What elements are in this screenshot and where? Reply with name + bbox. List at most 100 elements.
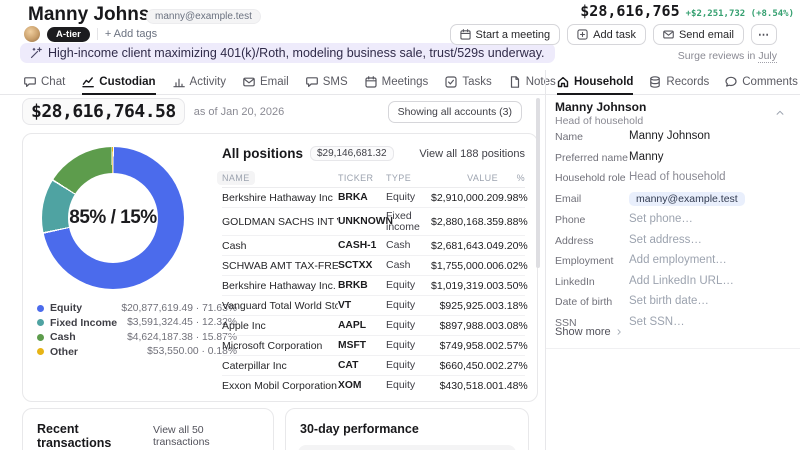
field-label: Preferred name: [555, 151, 629, 164]
position-name: Apple Inc: [222, 320, 338, 332]
position-value: $430,518.00: [431, 380, 498, 392]
column-header-value[interactable]: VALUE: [431, 173, 498, 183]
tab-household[interactable]: Household: [557, 70, 633, 95]
table-row[interactable]: GOLDMAN SACHS INT VAR 2… UNKNOWN Fixed i…: [222, 208, 525, 236]
start-meeting-button[interactable]: Start a meeting: [450, 24, 561, 45]
member-role: Head of household: [555, 115, 788, 127]
positions-header: All positions $29,146,681.32 View all 18…: [222, 146, 525, 161]
tab-meetings[interactable]: Meetings: [365, 70, 429, 95]
table-row[interactable]: Exxon Mobil Corporation XOM Equity $430,…: [222, 376, 525, 395]
envelope-icon: [663, 29, 674, 40]
position-type: Equity: [386, 320, 431, 331]
tab-email[interactable]: Email: [243, 70, 289, 95]
field-label: Date of birth: [555, 295, 629, 308]
field-value[interactable]: Add employment…: [629, 254, 727, 266]
table-row[interactable]: Apple Inc AAPL Equity $897,988.00 3.08%: [222, 316, 525, 336]
tab-chat[interactable]: Chat: [24, 70, 65, 95]
legend-item: Cash $4,624,187.38 · 15.87%: [37, 331, 237, 343]
tab-tasks[interactable]: Tasks: [445, 70, 491, 95]
position-ticker: XOM: [338, 380, 386, 391]
field-value[interactable]: Manny: [629, 151, 664, 163]
legend-dot-fixed-income: [37, 319, 44, 326]
field-label: Employment: [555, 254, 629, 267]
send-email-button[interactable]: Send email: [653, 24, 744, 45]
position-type: Cash: [386, 260, 431, 271]
calendar-icon: [460, 29, 471, 40]
tab-chat-label: Chat: [41, 76, 65, 88]
client-email-badge[interactable]: manny@example.test: [146, 9, 261, 24]
total-value: $28,616,765: [580, 2, 679, 20]
field-value[interactable]: Add LinkedIn URL…: [629, 275, 734, 287]
field-label: LinkedIn: [555, 275, 629, 288]
chevron-up-icon: [775, 108, 785, 118]
position-ticker: UNKNOWN: [338, 216, 386, 227]
table-row[interactable]: Vanguard Total World Stock In… VT Equity…: [222, 296, 525, 316]
view-all-positions-link[interactable]: View all 188 positions: [419, 148, 525, 160]
field-value[interactable]: Head of household: [629, 171, 726, 183]
field-value-email-badge[interactable]: manny@example.test: [629, 192, 745, 206]
field-value[interactable]: Set address…: [629, 234, 702, 246]
plus-square-icon: [577, 29, 588, 40]
position-type: Equity: [386, 340, 431, 351]
detail-sidebar: Household Records Comments Manny Johnson…: [545, 70, 800, 450]
surge-note-link[interactable]: July: [758, 50, 777, 63]
column-header-ticker[interactable]: TICKER: [338, 173, 386, 183]
accounts-filter-button[interactable]: Showing all accounts (3): [388, 101, 522, 123]
field-row-employment: Employment Add employment…: [555, 254, 790, 267]
field-value[interactable]: Set SSN…: [629, 316, 685, 328]
tab-records[interactable]: Records: [649, 70, 709, 95]
position-pct: 9.88%: [498, 216, 525, 228]
bar-chart-icon: [173, 76, 185, 88]
tab-sms-label: SMS: [323, 76, 348, 88]
member-name: Manny Johnson: [555, 100, 788, 114]
field-value[interactable]: Set phone…: [629, 213, 693, 225]
database-icon: [649, 76, 661, 88]
tab-comments[interactable]: Comments: [725, 70, 798, 95]
column-header-type[interactable]: TYPE: [386, 173, 431, 183]
field-value[interactable]: Set birth date…: [629, 295, 709, 307]
chat-icon: [24, 76, 36, 88]
tier-badge[interactable]: A-tier: [47, 27, 90, 42]
collapse-section-button[interactable]: [775, 105, 785, 123]
performance-card: 30-day performance: [285, 408, 529, 450]
table-row[interactable]: Caterpillar Inc CAT Equity $660,450.00 2…: [222, 356, 525, 376]
show-more-button[interactable]: Show more: [555, 326, 623, 338]
tab-custodian[interactable]: Custodian: [82, 70, 155, 95]
tab-activity[interactable]: Activity: [173, 70, 226, 95]
line-chart-icon: [82, 76, 94, 88]
more-actions-button[interactable]: ⋯: [751, 24, 777, 45]
tab-sms[interactable]: SMS: [306, 70, 348, 95]
file-icon: [509, 76, 521, 88]
field-row-name: Name Manny Johnson: [555, 130, 790, 143]
column-header-pct[interactable]: %: [498, 173, 525, 183]
table-row[interactable]: SCHWAB AMT TAX-FREE MO… SCTXX Cash $1,75…: [222, 256, 525, 276]
avatar: [24, 26, 40, 42]
add-task-label: Add task: [593, 29, 636, 41]
column-header-name[interactable]: NAME: [222, 173, 338, 183]
table-row[interactable]: Berkshire Hathaway Inc BRKA Equity $2,91…: [222, 188, 525, 208]
position-value: $660,450.00: [431, 360, 498, 372]
position-name: Exxon Mobil Corporation: [222, 380, 338, 392]
field-value[interactable]: Manny Johnson: [629, 130, 710, 142]
position-name: SCHWAB AMT TAX-FREE MO…: [222, 260, 338, 272]
field-row-preferred-name: Preferred name Manny: [555, 151, 790, 164]
tab-tasks-label: Tasks: [462, 76, 491, 88]
position-value: $2,681,643.04: [431, 240, 498, 252]
position-value: $749,958.00: [431, 340, 498, 352]
panel-scrollbar[interactable]: [536, 98, 540, 268]
add-tags-button[interactable]: + Add tags: [105, 28, 157, 40]
position-value: $1,019,319.00: [431, 280, 498, 292]
view-all-transactions-link[interactable]: View all 50 transactions: [153, 424, 260, 448]
table-row[interactable]: Berkshire Hathaway Inc. Class… BRKB Equi…: [222, 276, 525, 296]
comment-icon: [725, 76, 737, 88]
allocation-donut: 85% / 15%: [42, 147, 184, 289]
position-type: Cash: [386, 240, 431, 251]
add-task-button[interactable]: Add task: [567, 24, 646, 45]
table-row[interactable]: Cash CASH-1 Cash $2,681,643.04 9.20%: [222, 236, 525, 256]
positions-title: All positions: [222, 146, 303, 161]
position-pct: 3.18%: [498, 300, 525, 312]
calendar-icon: [365, 76, 377, 88]
position-type: Equity: [386, 300, 431, 311]
table-row[interactable]: Microsoft Corporation MSFT Equity $749,9…: [222, 336, 525, 356]
envelope-icon: [243, 76, 255, 88]
